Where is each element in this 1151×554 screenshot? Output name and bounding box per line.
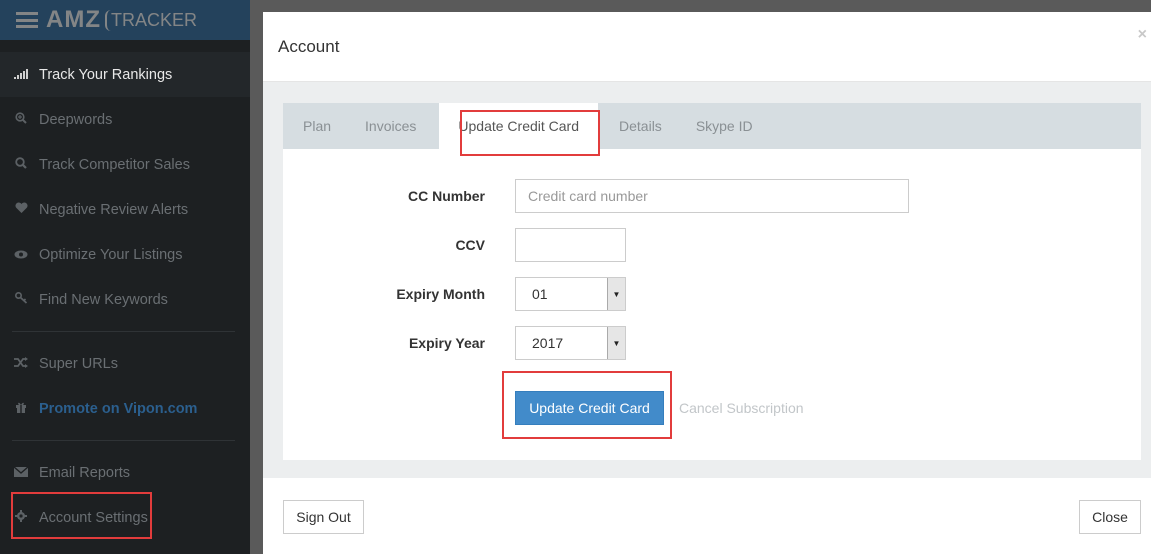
tab-invoices[interactable]: Invoices [348,103,433,149]
account-modal: Account × Plan Invoices Update Credit Ca… [263,12,1151,554]
sidebar-item-label: Track Your Rankings [39,66,173,83]
menu-icon[interactable] [16,12,38,28]
tab-panel: Plan Invoices Update Credit Card Details… [283,103,1141,460]
gift-icon [12,401,30,416]
ccv-label: CCV [455,237,485,253]
search-icon [12,157,30,172]
shuffle-icon [12,356,30,371]
expiry-year-select[interactable]: 2017 ▼ [515,326,626,360]
envelope-icon [12,465,30,480]
highlight-update-button [502,371,672,439]
expiry-month-label: Expiry Month [396,286,485,302]
tab-plan[interactable]: Plan [286,103,348,149]
sidebar-item-super-urls[interactable]: Super URLs [0,341,250,386]
modal-footer: Sign Out Close [263,478,1151,554]
sidebar-nav: Track Your Rankings Deepwords Track Comp… [0,52,250,540]
modal-title: Account [278,36,340,56]
close-icon[interactable]: × [1138,26,1147,44]
sidebar-divider [12,331,235,332]
heart-icon [12,202,30,217]
close-button[interactable]: Close [1079,500,1141,534]
sidebar-item-email-reports[interactable]: Email Reports [0,450,250,495]
sidebar-item-label: Track Competitor Sales [39,156,190,173]
expiry-year-value: 2017 [532,335,564,351]
sidebar-item-label: Find New Keywords [39,291,168,308]
sidebar-item-competitor-sales[interactable]: Track Competitor Sales [0,142,250,187]
expiry-year-label: Expiry Year [408,335,485,351]
chevron-down-icon[interactable]: ▼ [607,278,625,310]
sidebar-item-find-keywords[interactable]: Find New Keywords [0,277,250,322]
cc-number-placeholder: Credit card number [528,188,648,204]
logo-sub: TRACKER [104,9,197,31]
sidebar-item-label: Promote on Vipon.com [39,400,198,417]
signal-bars-icon [12,68,30,82]
sidebar-item-negative-reviews[interactable]: Negative Review Alerts [0,187,250,232]
logo-main: AMZ [46,6,101,33]
sidebar: AMZ TRACKER Track Your Rankings Deepword… [0,0,250,554]
sidebar-item-vipon[interactable]: Promote on Vipon.com [0,386,250,431]
tab-skype-id[interactable]: Skype ID [679,103,770,149]
cc-number-input[interactable]: Credit card number [515,179,909,213]
expiry-month-select[interactable]: 01 ▼ [515,277,626,311]
tab-bar: Plan Invoices Update Credit Card Details… [283,103,1141,149]
modal-body: Plan Invoices Update Credit Card Details… [263,82,1151,478]
cancel-subscription-link[interactable]: Cancel Subscription [679,400,804,416]
ccv-input[interactable] [515,228,626,262]
sidebar-item-label: Optimize Your Listings [39,246,183,263]
eye-icon [12,248,30,262]
sidebar-divider [12,440,235,441]
sidebar-item-optimize-listings[interactable]: Optimize Your Listings [0,232,250,277]
sidebar-item-label: Email Reports [39,464,131,481]
highlight-update-tab [460,110,600,156]
search-plus-icon [12,112,30,127]
sidebar-item-track-rankings[interactable]: Track Your Rankings [0,52,250,97]
modal-header: Account × [263,12,1151,82]
sidebar-item-label: Deepwords [39,111,113,128]
chevron-down-icon[interactable]: ▼ [607,327,625,359]
cc-number-label: CC Number [407,188,485,204]
sign-out-button[interactable]: Sign Out [283,500,364,534]
sidebar-item-deepwords[interactable]: Deepwords [0,97,250,142]
tab-details[interactable]: Details [602,103,679,149]
sidebar-item-label: Super URLs [39,355,118,372]
key-icon [12,291,30,307]
highlight-account-settings [11,492,152,539]
brand-bar: AMZ TRACKER [0,0,250,40]
expiry-month-value: 01 [532,286,548,302]
sidebar-item-label: Negative Review Alerts [39,201,189,218]
